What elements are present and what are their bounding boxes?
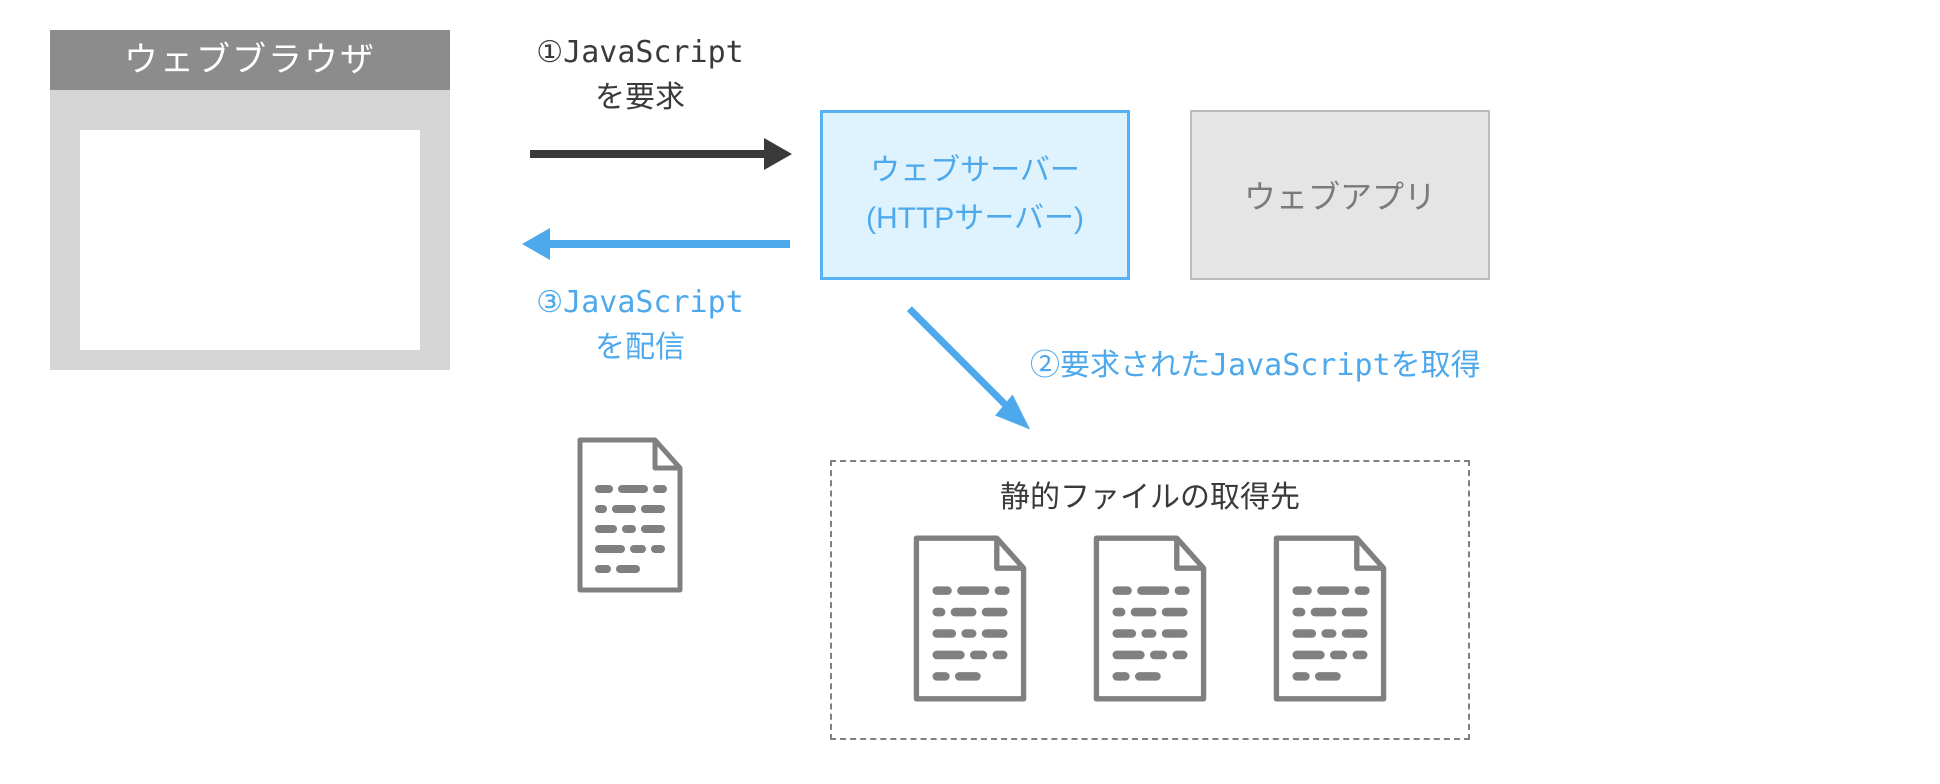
- arrow-request: [530, 150, 770, 158]
- browser-window: ウェブブラウザ: [50, 30, 450, 370]
- file-icon: [1255, 526, 1405, 716]
- arrow-response: [550, 240, 790, 248]
- file-icon: [560, 430, 700, 605]
- browser-content-area: [80, 130, 420, 350]
- step-3-line1: ③JavaScript: [536, 285, 744, 320]
- step-2-label: ②要求されたJavaScriptを取得: [1030, 340, 1481, 384]
- web-server-box: ウェブサーバー (HTTPサーバー): [820, 110, 1130, 280]
- step-1-label: ①JavaScript を要求: [490, 30, 790, 120]
- file-icon: [895, 526, 1045, 716]
- step-1-line1: ①JavaScript: [536, 35, 744, 70]
- file-icon: [1075, 526, 1225, 716]
- web-app-label: ウェブアプリ: [1244, 172, 1436, 218]
- static-files-box: 静的ファイルの取得先: [830, 460, 1470, 740]
- static-files-row: [832, 526, 1468, 716]
- browser-title: ウェブブラウザ: [50, 30, 450, 90]
- step-1-line2: を要求: [595, 81, 685, 114]
- static-files-title: 静的ファイルの取得先: [832, 472, 1468, 516]
- web-app-box: ウェブアプリ: [1190, 110, 1490, 280]
- step-3-label: ③JavaScript を配信: [490, 280, 790, 370]
- web-server-line1: ウェブサーバー: [870, 147, 1080, 195]
- web-server-line2: (HTTPサーバー): [866, 195, 1084, 243]
- step-3-line2: を配信: [595, 331, 685, 364]
